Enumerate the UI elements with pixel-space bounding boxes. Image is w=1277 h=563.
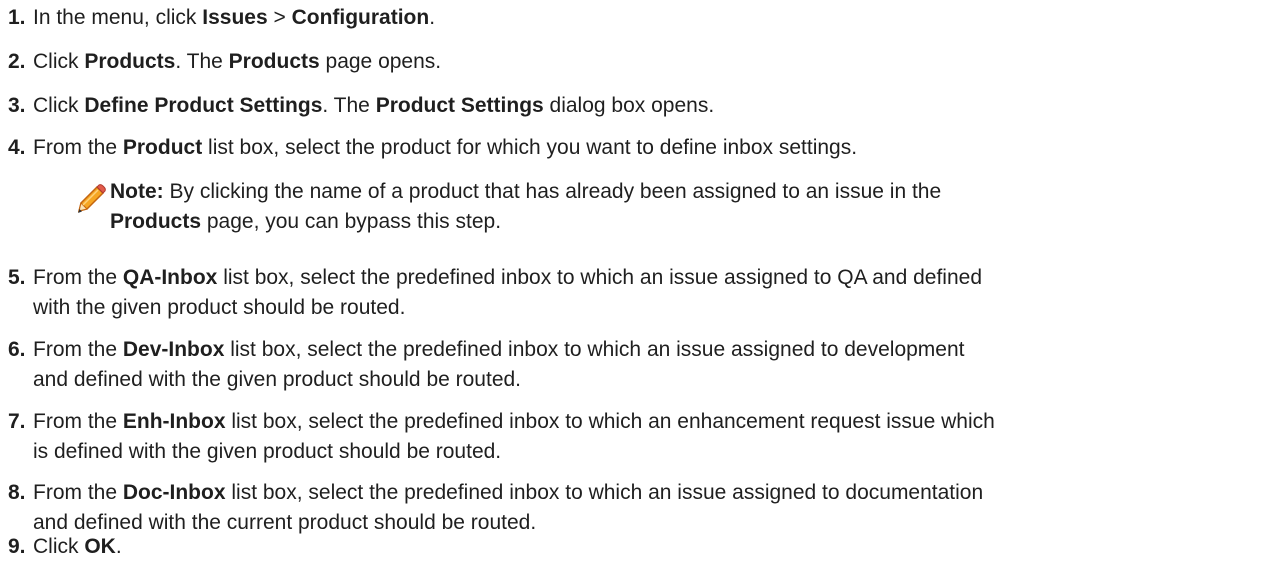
note-block: Note: By clicking the name of a product … <box>0 177 1277 237</box>
step-5: 5. From the QA-Inbox list box, select th… <box>0 263 1277 323</box>
step-number: 2. <box>8 50 26 73</box>
note-label: Note: <box>110 180 164 203</box>
step-text: list box, select the predefined inbox to… <box>225 481 984 504</box>
products-page-term: Products <box>228 50 320 73</box>
step-8: 8. From the Doc-Inbox list box, select t… <box>0 478 1277 538</box>
note-text: page, you can bypass this step. <box>201 210 502 233</box>
step-text: list box, select the predefined inbox to… <box>225 410 995 433</box>
step-text: From the <box>33 481 123 504</box>
product-term: Product <box>122 136 203 159</box>
step-2: 2. Click Products. The Products page ope… <box>0 47 1277 77</box>
step-text: list box, select the predefined inbox to… <box>224 338 965 361</box>
step-4: 4. From the Product list box, select the… <box>0 133 1277 163</box>
step-number: 4. <box>8 136 26 159</box>
step-9: 9. Click OK. <box>0 532 1277 562</box>
step-text: with the given product should be routed. <box>33 296 406 319</box>
step-number: 6. <box>8 338 26 361</box>
step-text: page opens. <box>319 50 442 73</box>
step-text: . <box>429 6 436 29</box>
step-text: Click <box>33 535 85 558</box>
step-text: . The <box>175 50 229 73</box>
step-text: Click <box>33 50 85 73</box>
step-text: is defined with the given product should… <box>33 440 502 463</box>
dev-inbox-term: Dev-Inbox <box>122 338 225 361</box>
step-text: list box, select the predefined inbox to… <box>217 266 983 289</box>
step-text: dialog box opens. <box>543 94 715 117</box>
step-7: 7. From the Enh-Inbox list box, select t… <box>0 407 1277 467</box>
step-number: 7. <box>8 410 26 433</box>
step-6: 6. From the Dev-Inbox list box, select t… <box>0 335 1277 395</box>
menu-issues: Issues <box>202 6 268 29</box>
step-1: 1. In the menu, click Issues > Configura… <box>0 3 1277 33</box>
qa-inbox-term: QA-Inbox <box>122 266 218 289</box>
enh-inbox-term: Enh-Inbox <box>122 410 226 433</box>
doc-inbox-term: Doc-Inbox <box>122 481 226 504</box>
step-text: and defined with the given product shoul… <box>33 368 522 391</box>
product-settings-term: Product Settings <box>375 94 544 117</box>
products-term: Products <box>110 210 202 233</box>
step-text: > <box>267 6 292 29</box>
step-number: 9. <box>8 535 26 558</box>
products-term: Products <box>84 50 176 73</box>
step-text: . <box>115 535 122 558</box>
step-text: From the <box>33 410 123 433</box>
step-number: 3. <box>8 94 26 117</box>
step-text: and defined with the current product sho… <box>33 511 537 534</box>
ok-term: OK <box>84 535 116 558</box>
note-text: By clicking the name of a product that h… <box>163 180 942 203</box>
step-number: 8. <box>8 481 26 504</box>
pencil-icon <box>77 184 106 213</box>
step-text: From the <box>33 266 123 289</box>
step-text: From the <box>33 338 123 361</box>
step-3: 3. Click Define Product Settings. The Pr… <box>0 91 1277 121</box>
step-number: 5. <box>8 266 26 289</box>
step-number: 1. <box>8 6 26 29</box>
define-product-settings-term: Define Product Settings <box>84 94 323 117</box>
menu-configuration: Configuration <box>291 6 430 29</box>
step-text: In the menu, click <box>33 6 203 29</box>
step-text: Click <box>33 94 85 117</box>
step-text: . The <box>322 94 376 117</box>
step-text: From the <box>33 136 123 159</box>
step-text: list box, select the product for which y… <box>202 136 858 159</box>
